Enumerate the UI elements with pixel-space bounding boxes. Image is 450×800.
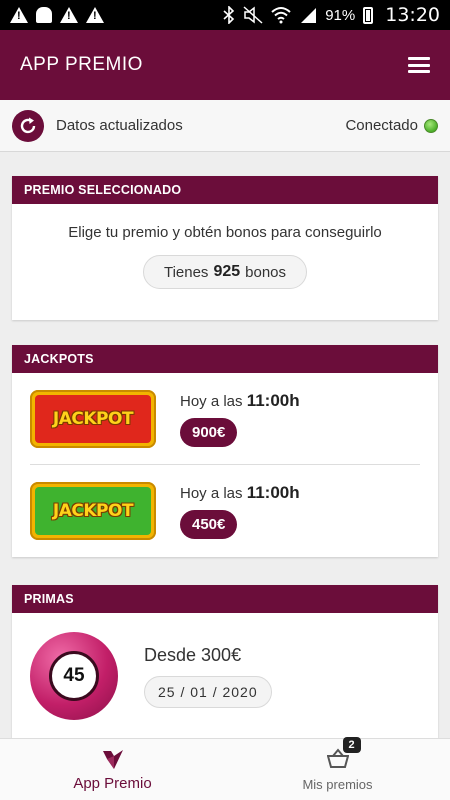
premio-seleccionado-card: PREMIO SELECCIONADO Elige tu premio y ob… (12, 176, 438, 320)
jackpot-info: Hoy a las 11:00h 900€ (180, 391, 300, 447)
warning-icon (10, 7, 28, 23)
premio-instructions: Elige tu premio y obtén bonos para conse… (68, 224, 382, 241)
cart-count-badge: 2 (342, 736, 361, 753)
update-bar: Datos actualizados Conectado (0, 100, 450, 152)
app-title: APP PREMIO (20, 54, 143, 75)
basket-wrap: 2 (326, 736, 361, 773)
nav-label: App Premio (73, 775, 152, 792)
jackpot-time-value: 11:00h (246, 390, 300, 410)
prima-amount: Desde 300€ (144, 644, 242, 665)
jackpot-image: JACKPOT (30, 482, 156, 540)
jackpot-time-prefix: Hoy a las (180, 392, 243, 410)
update-status-label: Datos actualizados (56, 117, 183, 134)
ball-number: 45 (49, 651, 99, 701)
refresh-button[interactable] (12, 109, 44, 142)
jackpot-amount: 450€ (180, 510, 238, 539)
jackpot-image-text: JACKPOT (52, 501, 134, 521)
prima-info: Desde 300€ 25 / 01 / 2020 (144, 645, 272, 708)
status-bar: 91% 13:20 (0, 0, 450, 30)
connection-status: Conectado (345, 117, 438, 134)
jackpot-item[interactable]: JACKPOT Hoy a las 11:00h 450€ (30, 465, 420, 557)
bonos-value: 925 (213, 263, 241, 280)
jackpot-amount: 900€ (180, 417, 238, 447)
prima-date: 25 / 01 / 2020 (144, 675, 272, 708)
bottom-nav: App Premio 2 Mis premios (0, 736, 450, 800)
bingo-ball-icon: 45 (30, 632, 118, 720)
premio-body: Elige tu premio y obtén bonos para conse… (12, 204, 438, 320)
card-header: PREMIO SELECCIONADO (12, 176, 438, 204)
nav-label: Mis premios (302, 776, 373, 792)
bonos-badge[interactable]: Tienes 925 bonos (142, 255, 308, 289)
notification-icons (10, 7, 104, 23)
app-bar: APP PREMIO (0, 30, 450, 100)
system-icons: 91% 13:20 (223, 4, 440, 26)
nav-app-premio[interactable]: App Premio (0, 739, 225, 800)
wifi-icon (271, 7, 291, 24)
warning-icon (86, 7, 104, 23)
menu-icon[interactable] (408, 57, 430, 73)
jackpot-time: Hoy a las 11:00h (180, 483, 300, 503)
jackpot-item[interactable]: JACKPOT Hoy a las 11:00h 900€ (30, 373, 420, 465)
jackpot-time-value: 11:00h (246, 483, 300, 502)
card-header: PRIMAS (12, 585, 438, 613)
jackpot-info: Hoy a las 11:00h 450€ (180, 483, 300, 539)
connection-indicator-icon (424, 118, 438, 133)
jackpot-time: Hoy a las 11:00h (180, 391, 300, 411)
bonos-prefix: Tienes (163, 263, 209, 281)
mute-icon (243, 6, 263, 24)
jackpot-image: JACKPOT (30, 389, 156, 448)
refresh-icon (20, 117, 36, 133)
card-header: JACKPOTS (12, 345, 438, 373)
connection-label: Conectado (345, 117, 418, 134)
signal-icon (301, 8, 317, 23)
warning-icon (60, 7, 78, 23)
prima-item[interactable]: 45 Desde 300€ 25 / 01 / 2020 (12, 613, 438, 738)
jackpot-image-text: JACKPOT (52, 408, 134, 429)
battery-icon (363, 6, 374, 24)
app-premio-logo-icon (102, 750, 123, 769)
primas-card: PRIMAS 45 Desde 300€ 25 / 01 / 2020 (12, 585, 438, 738)
bluetooth-icon (223, 6, 235, 24)
battery-percent: 91% (325, 6, 356, 24)
jackpots-card: JACKPOTS JACKPOT Hoy a las 11:00h 900€ J… (12, 345, 438, 557)
jackpot-time-prefix: Hoy a las (180, 485, 243, 502)
android-icon (36, 7, 52, 23)
bonos-suffix: bonos (245, 263, 287, 281)
nav-mis-premios[interactable]: 2 Mis premios (225, 736, 450, 800)
clock: 13:20 (385, 4, 440, 26)
